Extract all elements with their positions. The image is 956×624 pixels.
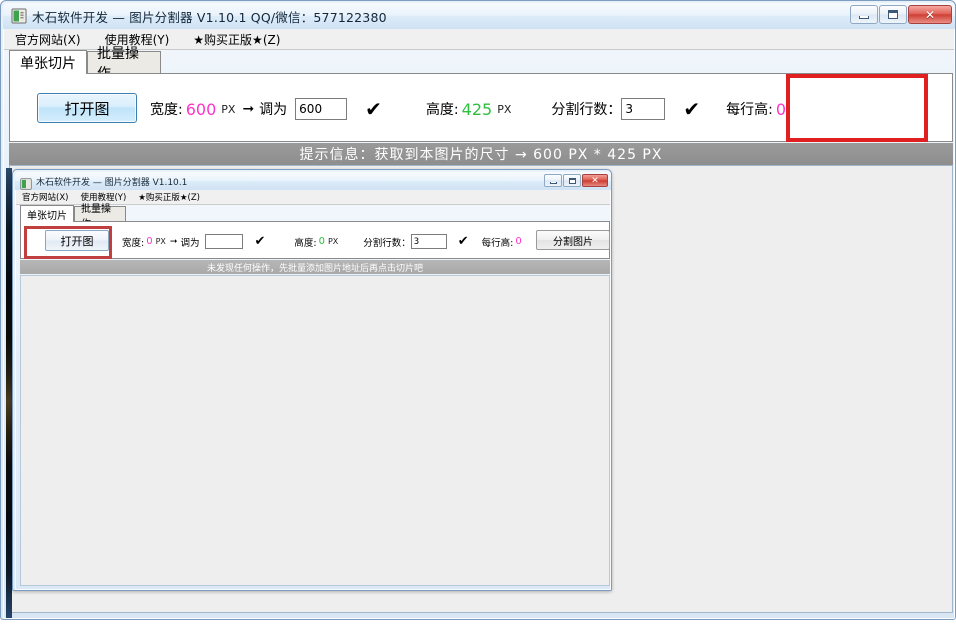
confirm-rows-check-icon[interactable]: ✔	[679, 99, 704, 119]
nested-per-row-height-label: 每行高:	[481, 237, 514, 249]
nested-menu-item-purchase[interactable]: ★购买正版★(Z)	[138, 191, 200, 203]
main-field-row: 宽度: 600 PX ➞ 调为 600 ✔ 高度: 425 PX 分割行数： 3…	[150, 96, 789, 122]
nested-minimize-icon	[549, 181, 557, 184]
nested-tabstrip: 单张切片 批量操作	[20, 204, 610, 230]
nested-width-value: 0	[146, 236, 153, 247]
nested-titlebar[interactable]: 木石软件开发 — 图片分割器 V1.10.1 ✕	[15, 172, 611, 190]
width-label: 宽度:	[150, 102, 183, 118]
height-value: 425	[461, 99, 493, 119]
nested-split-image-button[interactable]: 分割图片	[536, 230, 610, 250]
per-row-height-value: 0	[775, 99, 787, 119]
nested-confirm-width-check-icon[interactable]: ✔	[251, 235, 268, 248]
nested-confirm-rows-check-icon[interactable]: ✔	[455, 235, 472, 248]
nested-window-controls: ✕	[544, 174, 608, 187]
nested-toolbar-panel: 打开图 宽度: 0 PX ➞ 调为 ✔ 高度: 0 PX 分割行数： 3 ✔ 每…	[20, 221, 610, 259]
nested-rows-label: 分割行数：	[363, 237, 411, 249]
width-unit: PX	[221, 102, 236, 116]
nested-arrow-right-icon: ➞	[169, 236, 178, 247]
nested-minimize-button[interactable]	[544, 174, 562, 187]
main-toolbar-panel: 打开图 宽度: 600 PX ➞ 调为 600 ✔ 高度: 425 PX 分割行…	[9, 73, 953, 191]
nested-height-label: 高度:	[294, 237, 317, 249]
arrow-right-icon: ➞	[242, 101, 255, 117]
main-titlebar[interactable]: 木石软件开发 — 图片分割器 V1.10.1 QQ/微信：577122380 ✕	[3, 3, 955, 29]
nested-adjust-width-input[interactable]	[205, 234, 244, 249]
per-row-height-label: 每行高:	[726, 102, 773, 118]
nested-window-frame: 木石软件开发 — 图片分割器 V1.10.1 ✕ 官方网站(X) 使用教程(Y)…	[15, 172, 611, 590]
nested-adjust-label: 调为	[180, 237, 200, 249]
nested-window-title: 木石软件开发 — 图片分割器 V1.10.1	[36, 178, 188, 188]
minimize-icon	[859, 16, 869, 19]
maximize-button[interactable]	[879, 5, 907, 24]
adjust-label: 调为	[259, 102, 288, 118]
nested-field-row: 宽度: 0 PX ➞ 调为 ✔ 高度: 0 PX 分割行数： 3 ✔ 每行高: …	[122, 233, 524, 250]
nested-height-unit: PX	[327, 237, 339, 246]
nested-status-hint: 未发现任何操作，先批量添加图片地址后再点击切片吧	[20, 260, 610, 274]
nested-menu-item-website[interactable]: 官方网站(X)	[22, 191, 68, 203]
nested-maximize-icon	[568, 177, 576, 184]
close-button[interactable]: ✕	[908, 5, 952, 24]
nested-tab-batch-operation[interactable]: 批量操作	[74, 204, 126, 230]
minimize-button[interactable]	[850, 5, 878, 24]
nested-app-icon	[20, 175, 32, 190]
tab-single-slice[interactable]: 单张切片	[9, 50, 87, 74]
main-tabstrip: 单张切片 批量操作	[9, 46, 953, 82]
nested-width-unit: PX	[155, 237, 166, 246]
tab-batch-operation[interactable]: 批量操作	[87, 46, 161, 82]
nested-content-area	[20, 275, 610, 586]
main-window-title: 木石软件开发 — 图片分割器 V1.10.1 QQ/微信：577122380	[32, 10, 387, 25]
nested-rows-input[interactable]: 3	[410, 234, 447, 249]
open-image-button[interactable]: 打开图	[37, 93, 137, 123]
menu-item-website[interactable]: 官方网站(X)	[12, 30, 84, 49]
maximize-icon	[888, 10, 898, 19]
main-window: 木石软件开发 — 图片分割器 V1.10.1 QQ/微信：577122380 ✕…	[0, 0, 956, 620]
nested-open-image-button[interactable]: 打开图	[45, 230, 109, 251]
menu-item-purchase[interactable]: ★购买正版★(Z)	[190, 30, 283, 49]
nested-height-value: 0	[318, 236, 325, 247]
app-icon	[11, 8, 27, 24]
nested-close-button[interactable]: ✕	[582, 174, 608, 187]
rows-label: 分割行数：	[551, 102, 622, 118]
nested-tab-single-slice[interactable]: 单张切片	[20, 205, 74, 222]
nested-width-label: 宽度:	[122, 237, 145, 249]
main-status-hint: 提示信息：获取到本图片的尺寸 → 600 PX * 425 PX	[9, 143, 953, 165]
nested-window: 木石软件开发 — 图片分割器 V1.10.1 ✕ 官方网站(X) 使用教程(Y)…	[12, 169, 612, 591]
height-label: 高度:	[425, 102, 459, 118]
window-controls: ✕	[850, 5, 952, 24]
width-value: 600	[185, 99, 217, 119]
nested-per-row-height-value: 0	[515, 236, 522, 247]
main-window-frame: 木石软件开发 — 图片分割器 V1.10.1 QQ/微信：577122380 ✕…	[3, 3, 955, 619]
adjust-width-input[interactable]: 600	[295, 98, 348, 120]
confirm-width-check-icon[interactable]: ✔	[361, 99, 386, 119]
height-unit: PX	[497, 102, 512, 116]
nested-maximize-button[interactable]	[563, 174, 581, 187]
rows-input[interactable]: 3	[621, 98, 666, 120]
